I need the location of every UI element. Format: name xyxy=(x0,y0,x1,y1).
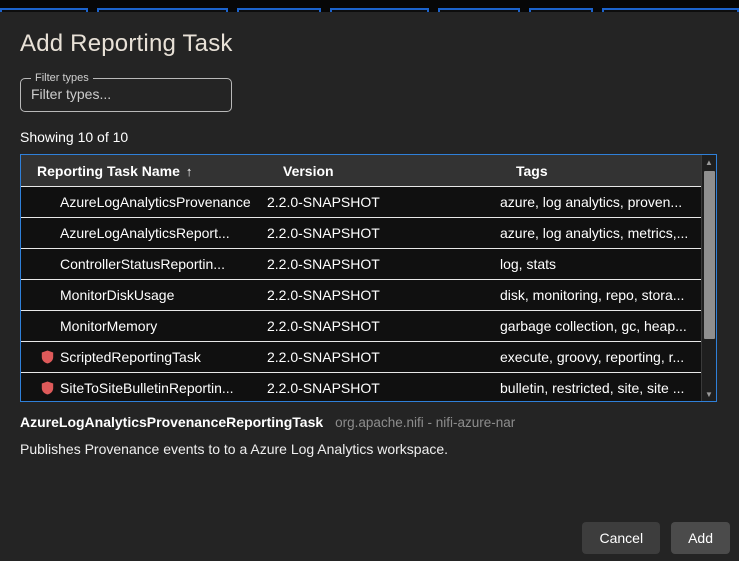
tags-cell: execute, groovy, reporting, r... xyxy=(500,349,685,365)
task-name-cell: AzureLogAnalyticsReport... xyxy=(21,225,267,241)
tags-cell: azure, log analytics, proven... xyxy=(500,194,683,210)
task-name: ControllerStatusReportin... xyxy=(60,256,225,272)
icon-spacer xyxy=(41,226,54,240)
add-button[interactable]: Add xyxy=(671,522,730,554)
tags-cell: log, stats xyxy=(500,256,557,272)
dialog-content: Add Reporting Task Filter types Showing … xyxy=(0,12,739,457)
task-name: MonitorDiskUsage xyxy=(60,287,175,303)
table-row[interactable]: ScriptedReportingTask 2.2.0-SNAPSHOT exe… xyxy=(21,342,716,373)
icon-spacer xyxy=(41,288,54,302)
version-cell: 2.2.0-SNAPSHOT xyxy=(267,287,380,303)
task-name-cell: AzureLogAnalyticsProvenance xyxy=(21,194,267,210)
background-canvas-strip xyxy=(0,0,739,12)
filter-types-input[interactable] xyxy=(31,84,221,103)
task-name: SiteToSiteBulletinReportin... xyxy=(60,380,234,396)
version-cell: 2.2.0-SNAPSHOT xyxy=(267,380,380,396)
canvas-component-outline xyxy=(438,8,520,12)
table-scrollbar[interactable]: ▲ ▼ xyxy=(701,155,716,401)
canvas-component-outline xyxy=(529,8,593,12)
canvas-component-outline xyxy=(0,8,88,12)
column-header-tags[interactable]: Tags xyxy=(500,163,716,179)
task-name: ScriptedReportingTask xyxy=(60,349,201,365)
table-row[interactable]: AzureLogAnalyticsReport... 2.2.0-SNAPSHO… xyxy=(21,218,716,249)
task-name-cell: ControllerStatusReportin... xyxy=(21,256,267,272)
canvas-component-outline xyxy=(602,8,739,12)
scroll-up-icon[interactable]: ▲ xyxy=(702,155,716,169)
cancel-button[interactable]: Cancel xyxy=(582,522,661,554)
task-name: AzureLogAnalyticsReport... xyxy=(60,225,230,241)
canvas-component-outline xyxy=(97,8,228,12)
dialog-title: Add Reporting Task xyxy=(20,30,233,57)
task-name-cell: ScriptedReportingTask xyxy=(21,349,267,365)
canvas-component-outline xyxy=(237,8,321,12)
selected-task-bundle: org.apache.nifi - nifi-azure-nar xyxy=(335,415,516,430)
version-cell: 2.2.0-SNAPSHOT xyxy=(267,256,380,272)
version-cell: 2.2.0-SNAPSHOT xyxy=(267,318,380,334)
table-row[interactable]: MonitorDiskUsage 2.2.0-SNAPSHOT disk, mo… xyxy=(21,280,716,311)
selected-task-line: AzureLogAnalyticsProvenanceReportingTask… xyxy=(20,414,719,430)
task-name-cell: SiteToSiteBulletinReportin... xyxy=(21,380,267,396)
task-name: MonitorMemory xyxy=(60,318,158,334)
table-row[interactable]: SiteToSiteBulletinReportin... 2.2.0-SNAP… xyxy=(21,373,716,401)
selected-task-name: AzureLogAnalyticsProvenanceReportingTask xyxy=(20,414,324,430)
tags-cell: garbage collection, gc, heap... xyxy=(500,318,687,334)
restricted-shield-icon xyxy=(41,350,54,364)
scrollbar-thumb[interactable] xyxy=(704,171,715,339)
dialog-actions: Cancel Add xyxy=(582,522,730,554)
task-name: AzureLogAnalyticsProvenance xyxy=(60,194,251,210)
table-row[interactable]: ControllerStatusReportin... 2.2.0-SNAPSH… xyxy=(21,249,716,280)
task-name-cell: MonitorDiskUsage xyxy=(21,287,267,303)
icon-spacer xyxy=(41,319,54,333)
add-reporting-task-dialog: Add Reporting Task Filter types Showing … xyxy=(0,0,739,561)
icon-spacer xyxy=(41,257,54,271)
scroll-down-icon[interactable]: ▼ xyxy=(702,387,716,401)
column-header-version[interactable]: Version xyxy=(267,163,500,179)
selected-task-description: Publishes Provenance events to to a Azur… xyxy=(20,441,449,457)
filter-types-label: Filter types xyxy=(35,72,89,84)
sort-ascending-icon: ↑ xyxy=(185,163,193,179)
icon-spacer xyxy=(41,195,54,209)
column-header-name-label: Reporting Task Name xyxy=(37,162,180,179)
showing-count-text: Showing 10 of 10 xyxy=(20,129,129,145)
table-row[interactable]: MonitorMemory 2.2.0-SNAPSHOT garbage col… xyxy=(21,311,716,342)
canvas-component-outline xyxy=(330,8,429,12)
tags-cell: disk, monitoring, repo, stora... xyxy=(500,287,685,303)
table-header-row: Reporting Task Name ↑ Version Tags xyxy=(21,155,716,187)
column-header-name[interactable]: Reporting Task Name ↑ xyxy=(21,163,267,179)
table-row[interactable]: AzureLogAnalyticsProvenance 2.2.0-SNAPSH… xyxy=(21,187,716,218)
reporting-task-table: Reporting Task Name ↑ Version Tags AzureL… xyxy=(20,154,717,402)
filter-types-field: Filter types xyxy=(20,72,232,112)
task-name-cell: MonitorMemory xyxy=(21,318,267,334)
version-cell: 2.2.0-SNAPSHOT xyxy=(267,225,380,241)
version-cell: 2.2.0-SNAPSHOT xyxy=(267,194,380,210)
version-cell: 2.2.0-SNAPSHOT xyxy=(267,349,380,365)
tags-cell: bulletin, restricted, site, site ... xyxy=(500,380,685,396)
tags-cell: azure, log analytics, metrics,... xyxy=(500,225,689,241)
restricted-shield-icon xyxy=(41,381,54,395)
